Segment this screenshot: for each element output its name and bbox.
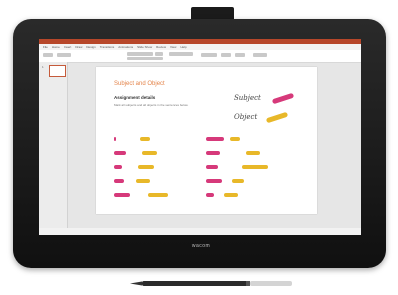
sentence-8 <box>206 165 270 169</box>
slide-title: Subject and Object <box>114 81 165 87</box>
tab-view[interactable]: View <box>170 45 176 49</box>
quick-styles-button[interactable] <box>235 53 245 57</box>
tab-design[interactable]: Design <box>86 45 95 49</box>
legend-subject-label: Subject <box>234 94 261 102</box>
paste-button[interactable] <box>43 53 53 57</box>
sentence-6 <box>206 137 252 141</box>
display-screen: File Home Insert Draw Design Transitions Anima… <box>39 39 361 235</box>
sentence-9 <box>206 179 252 183</box>
new-slide-button[interactable] <box>57 53 71 57</box>
shapes-gallery[interactable] <box>201 53 217 57</box>
sentence-2 <box>114 151 160 155</box>
ribbon-toolbar <box>39 50 361 63</box>
status-bar <box>39 228 361 235</box>
font-size-select[interactable] <box>155 52 163 56</box>
tab-help[interactable]: Help <box>180 45 186 49</box>
tab-animations[interactable]: Animations <box>118 45 133 49</box>
tab-draw[interactable]: Draw <box>75 45 82 49</box>
editing-buttons[interactable] <box>253 53 267 57</box>
paragraph-buttons[interactable] <box>169 52 193 56</box>
font-name-select[interactable] <box>127 52 153 56</box>
sentence-4 <box>114 179 160 183</box>
slide-number: 1 <box>42 65 44 69</box>
legend-object-label: Object <box>234 113 258 121</box>
sentence-1 <box>114 137 160 141</box>
arrange-button[interactable] <box>221 53 231 57</box>
sentence-10 <box>206 193 246 197</box>
tab-review[interactable]: Review <box>156 45 166 49</box>
tab-home[interactable]: Home <box>52 45 60 49</box>
legend-subject-swatch <box>271 92 295 105</box>
tab-file[interactable]: File <box>43 45 48 49</box>
tab-transitions[interactable]: Transitions <box>100 45 115 49</box>
sentence-5 <box>114 193 170 197</box>
slide-thumbnails-pane: 1 <box>39 62 68 228</box>
slide-canvas[interactable]: Subject and Object Assignment details Ma… <box>96 67 317 214</box>
sentence-7 <box>206 151 266 155</box>
slide-instructions: Mark all subjects and all objects in the… <box>114 103 189 107</box>
slide-subtitle: Assignment details <box>114 95 156 100</box>
stylus-pen <box>130 281 292 286</box>
slide-thumbnail[interactable] <box>49 65 66 77</box>
tab-insert[interactable]: Insert <box>64 45 72 49</box>
brand-logo: wacom <box>191 243 211 249</box>
tab-slide-show[interactable]: Slide Show <box>137 45 152 49</box>
font-format-buttons[interactable] <box>127 57 163 60</box>
sentence-3 <box>114 165 160 169</box>
legend-object-swatch <box>265 111 289 124</box>
